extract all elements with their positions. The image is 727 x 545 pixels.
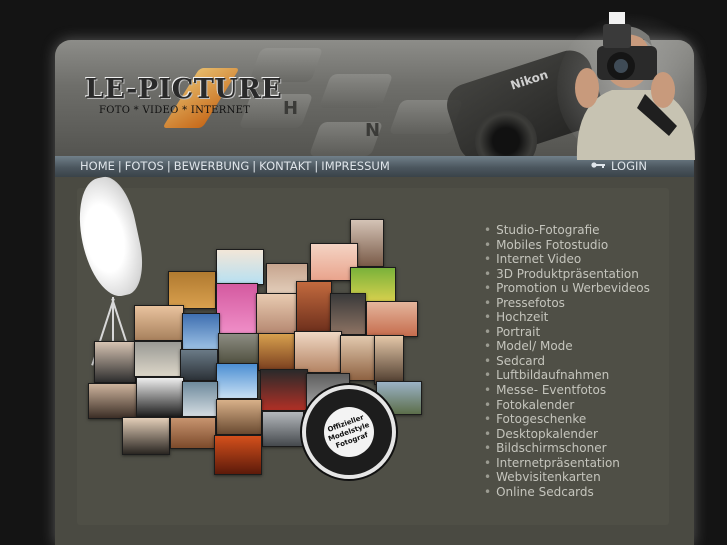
collage-photo xyxy=(216,399,262,435)
service-item: Luftbildaufnahmen xyxy=(484,368,650,383)
collage-photo xyxy=(182,313,220,351)
service-item: Hochzeit xyxy=(484,310,650,325)
photographer-image xyxy=(557,12,707,160)
login-link[interactable]: LOGIN xyxy=(591,159,647,173)
service-item: 3D Produktpräsentation xyxy=(484,267,650,282)
main-nav: HOME | FOTOS | BEWERBUNG | KONTAKT | IMPRESSUM xyxy=(80,159,390,173)
service-item: Messe- Eventfotos xyxy=(484,383,650,398)
key-icon xyxy=(591,162,606,168)
collage-photo xyxy=(168,271,216,309)
key-label: H xyxy=(283,98,299,119)
collage-photo xyxy=(182,381,218,417)
login-label: LOGIN xyxy=(611,159,647,173)
modelstyle-seal[interactable]: Offizieller Modelstyle Fotograf xyxy=(302,385,396,479)
logo-title: LE-PICTURE xyxy=(85,74,283,105)
photo-collage: Offizieller Modelstyle Fotograf xyxy=(30,172,430,479)
collage-photo xyxy=(136,377,184,417)
nav-separator: | xyxy=(117,159,122,173)
nav-home[interactable]: HOME xyxy=(80,159,115,173)
collage-photo xyxy=(94,341,136,383)
site-logo[interactable]: LE-PICTURE FOTO * VIDEO * INTERNET xyxy=(81,68,282,128)
service-item: Desktopkalender xyxy=(484,427,650,442)
nav-bewerbung[interactable]: BEWERBUNG xyxy=(174,159,250,173)
collage-photo xyxy=(294,331,342,373)
collage-photo xyxy=(180,349,218,381)
nav-impressum[interactable]: IMPRESSUM xyxy=(321,159,389,173)
collage-photo xyxy=(330,293,366,335)
keyboard-key xyxy=(318,74,394,108)
seal-text: Offizieller Modelstyle Fotograf xyxy=(326,412,371,450)
services-list: Studio-FotografieMobiles FotostudioInter… xyxy=(484,223,650,499)
collage-photo xyxy=(134,305,184,341)
collage-photo xyxy=(218,333,260,365)
nav-kontakt[interactable]: KONTAKT xyxy=(259,159,311,173)
nav-separator: | xyxy=(252,159,257,173)
collage-photo xyxy=(214,435,262,475)
nav-fotos[interactable]: FOTOS xyxy=(125,159,164,173)
service-item: Mobiles Fotostudio xyxy=(484,238,650,253)
collage-photo xyxy=(374,335,404,385)
collage-photo xyxy=(122,417,170,455)
service-item: Fotokalender xyxy=(484,398,650,413)
service-item: Internetpräsentation xyxy=(484,456,650,471)
key-label: N xyxy=(365,120,381,141)
service-item: Promotion u Werbevideos xyxy=(484,281,650,296)
collage-photo xyxy=(216,283,258,335)
collage-photo xyxy=(88,383,138,419)
collage-photo xyxy=(216,249,264,285)
service-item: Sedcard xyxy=(484,354,650,369)
service-item: Model/ Mode xyxy=(484,339,650,354)
logo-subtitle: FOTO * VIDEO * INTERNET xyxy=(99,105,251,116)
service-item: Internet Video xyxy=(484,252,650,267)
collage-photo xyxy=(170,417,216,449)
collage-photo xyxy=(134,341,182,377)
seal-center: Offizieller Modelstyle Fotograf xyxy=(324,407,374,457)
collage-photo xyxy=(258,333,296,371)
collage-photo xyxy=(296,281,332,333)
service-item: Online Sedcards xyxy=(484,485,650,500)
service-item: Portrait xyxy=(484,325,650,340)
nav-separator: | xyxy=(166,159,171,173)
service-item: Bildschirmschoner xyxy=(484,441,650,456)
service-item: Studio-Fotografie xyxy=(484,223,650,238)
collage-photo xyxy=(262,411,304,447)
service-item: Fotogeschenke xyxy=(484,412,650,427)
nav-separator: | xyxy=(314,159,319,173)
service-item: Webvisitenkarten xyxy=(484,470,650,485)
collage-photo xyxy=(216,363,258,399)
collage-photo xyxy=(260,369,308,411)
collage-photo xyxy=(256,293,298,335)
collage-photo xyxy=(366,301,418,337)
service-item: Pressefotos xyxy=(484,296,650,311)
softbox-image xyxy=(70,172,150,302)
